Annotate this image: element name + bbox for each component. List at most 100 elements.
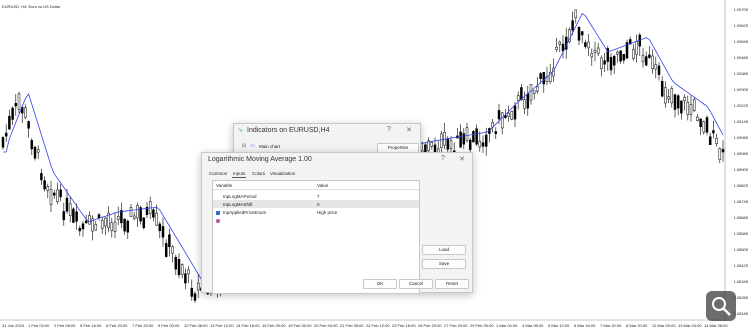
tab-common[interactable]: Common: [208, 170, 228, 177]
candle-body: [24, 107, 27, 118]
candle-body: [702, 121, 706, 133]
chart-icon: ▭: [250, 143, 255, 149]
candle-body: [510, 111, 514, 120]
candle-body: [129, 207, 133, 217]
candle-body: [660, 81, 664, 97]
lma-titlebar[interactable]: Logarithmic Moving Average 1.00 ? ✕: [202, 153, 472, 167]
time-tick-label: 29 Feb 00:00: [470, 323, 494, 328]
candle-body: [532, 90, 536, 94]
candle-body: [104, 217, 107, 227]
candle-body: [712, 130, 715, 134]
row-variable: InpLogMAShift: [223, 202, 253, 207]
candle-body: [676, 95, 680, 109]
candle-body: [110, 222, 114, 231]
candle-body: [446, 138, 450, 150]
candle-body: [36, 149, 40, 153]
candle-body: [603, 60, 606, 65]
lma-dialog: Logarithmic Moving Average 1.00 ? ✕ Comm…: [201, 152, 473, 294]
time-tick-label: 13 Mar 04:00: [678, 323, 702, 328]
candle-body: [158, 223, 162, 232]
time-tick-label: 2 Feb 08:00: [54, 323, 76, 328]
help-button[interactable]: ?: [384, 126, 394, 133]
expand-icon[interactable]: ⊟: [242, 143, 246, 149]
candle-body: [152, 209, 155, 218]
candle-body: [622, 54, 626, 61]
candle-body: [577, 26, 581, 41]
candle-body: [580, 31, 584, 36]
candle-body: [494, 131, 498, 134]
candle-body: [136, 205, 139, 219]
column-variable[interactable]: Variable: [216, 183, 232, 188]
candle-body: [657, 65, 661, 75]
tab-visualization[interactable]: Visualization: [269, 170, 296, 177]
candle-body: [40, 173, 43, 181]
time-tick-label: 14 Feb 16:00: [236, 323, 260, 328]
indicators-titlebar[interactable]: ∿ Indicators on EURUSD,H4 ? ✕: [234, 124, 420, 138]
zoom-icon[interactable]: [706, 291, 736, 321]
time-tick-label: 7 Feb 20:00: [132, 323, 154, 328]
candle-body: [14, 103, 18, 107]
candle-body: [196, 282, 200, 291]
help-button[interactable]: ?: [438, 155, 448, 162]
column-value[interactable]: Value: [317, 183, 328, 188]
row-value[interactable]: High price: [317, 210, 337, 215]
time-tick-label: 31 Jan 2024: [2, 323, 25, 328]
close-button[interactable]: ✕: [457, 155, 467, 163]
candle-body: [126, 220, 130, 233]
price-tick-label: 1.09065: [733, 135, 748, 140]
candle-body: [49, 189, 53, 205]
candle-body: [721, 148, 725, 153]
save-button[interactable]: Save: [422, 259, 466, 269]
candle-body: [465, 127, 469, 141]
candle-body: [17, 93, 21, 110]
candle-body: [590, 53, 594, 58]
candle-body: [56, 189, 59, 202]
inputs-table[interactable]: Variable Value InpLogMAPeriod 7 InpLogMA…: [212, 180, 420, 294]
row-value[interactable]: 0: [317, 202, 320, 207]
candle-body: [81, 223, 85, 230]
candle-body: [696, 116, 699, 121]
table-row[interactable]: InpAppliedPriceEnum High price: [213, 208, 419, 223]
candle-body: [526, 93, 530, 109]
candle-body: [481, 142, 485, 147]
price-tick-label: 1.09145: [733, 119, 748, 124]
time-tick-label: 5 Mar 12:00: [548, 323, 570, 328]
indicator-icon: ∿: [238, 128, 244, 134]
candle-body: [440, 133, 443, 148]
candle-body: [600, 57, 603, 69]
candle-body: [142, 217, 146, 229]
table-row[interactable]: InpLogMAPeriod 7: [213, 192, 419, 207]
candle-body: [670, 88, 674, 104]
candle-body: [516, 95, 520, 101]
candle-body: [449, 140, 453, 149]
candle-body: [555, 46, 558, 50]
candle-body: [180, 264, 184, 275]
price-tick-label: 1.09705: [733, 7, 748, 12]
time-tick-label: 8 Mar 20:00: [626, 323, 648, 328]
price-tick-label: 1.08745: [733, 199, 748, 204]
tab-inputs[interactable]: Inputs: [232, 170, 247, 178]
row-value[interactable]: 7: [317, 194, 320, 199]
close-button[interactable]: ✕: [404, 126, 414, 134]
price-tick-label: 1.08425: [733, 263, 748, 268]
reset-button[interactable]: Reset: [435, 279, 469, 289]
candle-body: [475, 128, 478, 145]
time-tick-label: 6 Mar 16:00: [574, 323, 596, 328]
cancel-button[interactable]: Cancel: [399, 279, 433, 289]
chart-title: EURUSD, H4: Euro vs US Dollar: [2, 4, 61, 9]
tab-colors[interactable]: Colors: [251, 170, 266, 177]
candle-body: [523, 99, 526, 109]
table-row[interactable]: InpLogMAShift 0: [213, 200, 419, 215]
ok-button[interactable]: OK: [363, 279, 397, 289]
time-tick-label: 5 Feb 16:00: [80, 323, 102, 328]
candle-body: [648, 54, 651, 58]
row-variable: InpAppliedPriceEnum: [223, 210, 267, 215]
candle-body: [120, 210, 123, 224]
candle-body: [84, 220, 88, 224]
candle-body: [59, 189, 62, 198]
candle-body: [155, 212, 158, 226]
load-button[interactable]: Load: [422, 245, 466, 255]
price-tick-label: 1.09625: [733, 23, 748, 28]
time-tick-label: 12 Feb 08:00: [184, 323, 208, 328]
time-tick-label: 14 Mar 08:00: [704, 323, 728, 328]
